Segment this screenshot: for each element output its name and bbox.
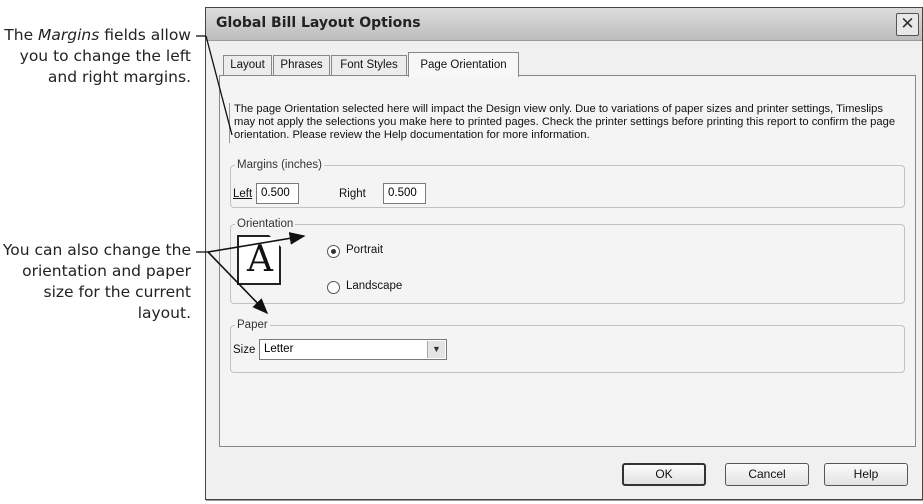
close-button[interactable]: ✕ — [896, 13, 919, 36]
right-margin-field[interactable]: 0.500 — [383, 183, 426, 204]
right-margin-label: Right — [339, 188, 366, 200]
paper-size-label: Size — [233, 344, 256, 356]
title-bar: Global Bill Layout Options ✕ — [206, 8, 922, 41]
dialog-title: Global Bill Layout Options — [216, 15, 421, 31]
paper-legend: Paper — [237, 319, 268, 331]
chevron-down-icon[interactable]: ▼ — [427, 341, 445, 358]
close-icon: ✕ — [900, 14, 915, 34]
info-text-content: The page Orientation selected here will … — [234, 103, 896, 141]
landscape-radio[interactable] — [327, 281, 340, 294]
tab-panel-page-orientation: The page Orientation selected here will … — [219, 75, 916, 447]
options-dialog: Global Bill Layout Options ✕ The page Or… — [205, 7, 923, 500]
portrait-label-text: Portrait — [346, 244, 384, 256]
left-margin-label: Left — [233, 188, 252, 200]
portrait-label[interactable]: Portrait — [346, 244, 383, 256]
callout-orientation: You can also change the orientation and … — [2, 241, 191, 322]
margins-legend: Margins (inches) — [237, 159, 322, 171]
page-letter-icon: A — [247, 239, 273, 280]
tab-layout[interactable]: Layout — [223, 55, 272, 75]
callout-margins: The Margins fields allow you to change t… — [0, 25, 191, 88]
tab-font-styles[interactable]: Font Styles — [331, 55, 407, 75]
portrait-radio[interactable] — [327, 245, 340, 258]
margins-group: Margins (inches) — [230, 159, 905, 208]
paper-size-select[interactable]: Letter ▼ — [259, 339, 447, 360]
tab-phrases[interactable]: Phrases — [273, 55, 330, 75]
callout-margins-prefix: The — [4, 26, 39, 44]
help-button[interactable]: Help — [824, 463, 908, 486]
info-text: The page Orientation selected here will … — [229, 103, 899, 143]
left-margin-field[interactable]: 0.500 — [256, 183, 299, 204]
paper-size-value: Letter — [264, 343, 294, 355]
info-divider — [229, 103, 230, 143]
cancel-button[interactable]: Cancel — [725, 463, 809, 486]
ok-button[interactable]: OK — [622, 463, 706, 486]
orientation-legend: Orientation — [237, 218, 294, 230]
tab-page-orientation[interactable]: Page Orientation — [408, 52, 519, 77]
page-orientation-icon: A — [237, 235, 281, 285]
callout-margins-emphasis: Margins — [38, 26, 100, 44]
landscape-label[interactable]: Landscape — [346, 280, 402, 292]
left-margin-label-text: Left — [233, 188, 253, 200]
